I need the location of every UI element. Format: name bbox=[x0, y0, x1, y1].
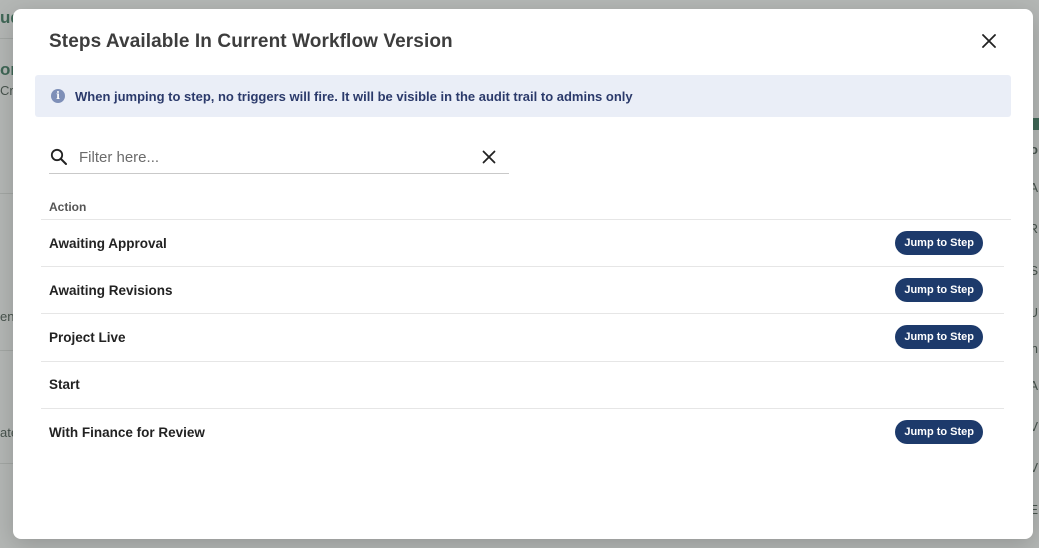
info-text: When jumping to step, no triggers will f… bbox=[75, 88, 633, 104]
jump-to-step-button[interactable]: Jump to Step bbox=[895, 420, 983, 445]
step-label: Awaiting Revisions bbox=[49, 282, 173, 298]
filter-field bbox=[49, 141, 509, 174]
close-icon bbox=[982, 34, 996, 48]
step-row: With Finance for Review Jump to Step bbox=[41, 409, 1004, 456]
step-label: Project Live bbox=[49, 329, 126, 345]
filter-input[interactable] bbox=[79, 148, 481, 166]
step-label: Start bbox=[49, 377, 80, 393]
close-button[interactable] bbox=[978, 30, 1000, 52]
steps-list: Awaiting Approval Jump to Step Awaiting … bbox=[41, 220, 1004, 456]
info-banner: i When jumping to step, no triggers will… bbox=[35, 75, 1011, 117]
jump-to-step-button[interactable]: Jump to Step bbox=[895, 278, 983, 303]
step-row: Awaiting Approval Jump to Step bbox=[41, 220, 1004, 268]
info-icon: i bbox=[51, 89, 65, 103]
step-row: Project Live Jump to Step bbox=[41, 314, 1004, 362]
steps-modal: Steps Available In Current Workflow Vers… bbox=[13, 9, 1033, 539]
jump-to-step-button[interactable]: Jump to Step bbox=[895, 231, 983, 256]
clear-filter-icon[interactable] bbox=[481, 149, 497, 165]
modal-title: Steps Available In Current Workflow Vers… bbox=[49, 31, 453, 52]
search-icon bbox=[50, 148, 68, 166]
step-row: Start bbox=[41, 362, 1004, 409]
column-header-action: Action bbox=[49, 200, 87, 214]
step-label: Awaiting Approval bbox=[49, 235, 167, 251]
step-label: With Finance for Review bbox=[49, 424, 205, 440]
step-row: Awaiting Revisions Jump to Step bbox=[41, 267, 1004, 315]
jump-to-step-button[interactable]: Jump to Step bbox=[895, 325, 983, 350]
